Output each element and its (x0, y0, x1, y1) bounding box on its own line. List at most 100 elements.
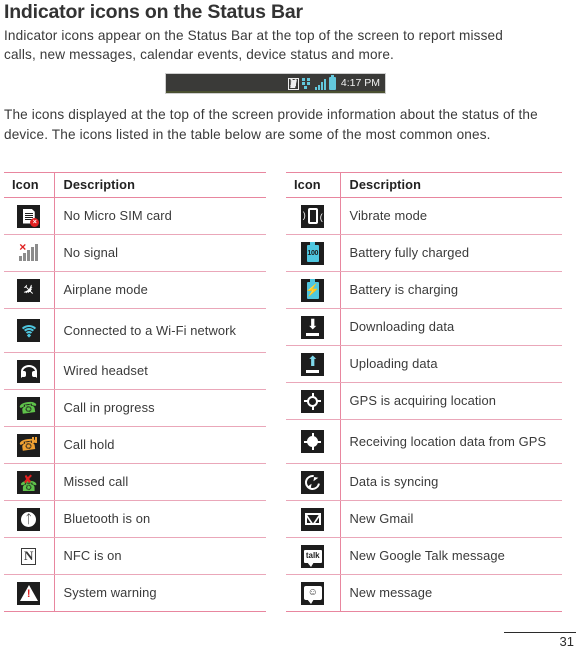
table-row: ᛏ Bluetooth is on (4, 500, 266, 538)
description-cell: System warning (54, 574, 266, 612)
icon-cell (4, 537, 55, 575)
description-cell: Data is syncing (340, 463, 562, 501)
table-row: GPS is acquiring location (286, 382, 562, 420)
table-row: ⚡ Battery is charging (286, 271, 562, 309)
icon-cell (286, 500, 341, 538)
indicator-icon-tables: Icon Description × No Micro SIM card × N… (4, 172, 576, 612)
new-gmail-icon (301, 507, 325, 531)
indicator-table-left: Icon Description × No Micro SIM card × N… (4, 172, 266, 612)
system-warning-icon (17, 581, 41, 605)
description-cell: No Micro SIM card (54, 197, 266, 235)
page-title: Indicator icons on the Status Bar (4, 1, 303, 23)
icon-cell: ⚡ (286, 271, 341, 309)
table-row: ⬇ Downloading data (286, 308, 562, 346)
icon-cell (4, 308, 55, 353)
page-number: 31 (559, 634, 574, 649)
status-bar-underline (166, 91, 385, 93)
icon-cell: 100 (286, 234, 341, 272)
indicator-table-right: Icon Description )( Vibrate mode 100 Bat… (286, 172, 562, 612)
icon-cell (4, 352, 55, 390)
description-cell: No signal (54, 234, 266, 272)
new-google-talk-icon: talk (301, 544, 325, 568)
gps-receiving-icon (301, 430, 325, 453)
table-row: ☎ Call in progress (4, 389, 266, 427)
call-hold-icon: ☎ (17, 433, 41, 457)
icon-cell (286, 382, 341, 420)
intro-paragraph: Indicator icons appear on the Status Bar… (4, 28, 503, 62)
table-row: System warning (4, 574, 266, 612)
gps-acquiring-icon (301, 389, 325, 413)
description-cell: Downloading data (340, 308, 562, 346)
description-cell: Uploading data (340, 345, 562, 383)
icon-cell (286, 463, 341, 501)
description-cell: New Gmail (340, 500, 562, 538)
description-cell: New Google Talk message (340, 537, 562, 575)
manual-page: Indicator icons on the Status Bar Indica… (0, 0, 580, 652)
new-message-icon: ☺ (301, 581, 325, 605)
icon-cell: talk (286, 537, 341, 575)
description-cell: Battery fully charged (340, 234, 562, 272)
table-row: 100 Battery fully charged (286, 234, 562, 272)
wifi-connected-icon (17, 319, 41, 342)
table-row: ✈ Airplane mode (4, 271, 266, 309)
description-cell: Battery is charging (340, 271, 562, 309)
description-cell: Call hold (54, 426, 266, 464)
data-syncing-icon (301, 470, 325, 494)
icon-cell: ☺ (286, 574, 341, 612)
description-cell: Missed call (54, 463, 266, 501)
missed-call-icon: ☎ ✘ (17, 470, 41, 494)
battery-icon (328, 75, 336, 90)
wired-headset-icon (17, 359, 41, 383)
bluetooth-on-icon: ᛏ (17, 507, 41, 531)
table-row: × No signal (4, 234, 266, 272)
description-cell: Airplane mode (54, 271, 266, 309)
airplane-mode-icon: ✈ (17, 278, 41, 302)
battery-full-icon: 100 (301, 241, 325, 265)
icon-cell: ᛏ (4, 500, 55, 538)
description-cell: New message (340, 574, 562, 612)
signal-bars-icon (314, 78, 326, 90)
table-row: NFC is on (4, 537, 266, 575)
data-transfer-icon (301, 78, 312, 89)
table-row: ☎ ✘ Missed call (4, 463, 266, 501)
downloading-data-icon: ⬇ (301, 315, 325, 339)
table-row: ⬆ Uploading data (286, 345, 562, 383)
body-paragraph: The icons displayed at the top of the sc… (4, 107, 538, 142)
table-row: × No Micro SIM card (4, 197, 266, 235)
icon-cell: ☎ (4, 389, 55, 427)
table-row: ☎ Call hold (4, 426, 266, 464)
table-header-row: Icon Description (4, 172, 266, 198)
description-cell: Wired headset (54, 352, 266, 390)
talk-icon-label: talk (305, 551, 320, 560)
description-cell: Bluetooth is on (54, 500, 266, 538)
description-cell: NFC is on (54, 537, 266, 575)
battery-level-label: 100 (307, 249, 319, 257)
column-header-icon: Icon (4, 172, 55, 198)
battery-charging-icon: ⚡ (301, 278, 325, 302)
icon-cell: )( (286, 197, 341, 235)
table-row: Data is syncing (286, 463, 562, 501)
icon-cell: × (4, 234, 55, 272)
description-cell: Receiving location data from GPS (340, 419, 562, 464)
description-cell: Vibrate mode (340, 197, 562, 235)
status-bar-clock: 4:17 PM (340, 77, 380, 90)
table-row: )( Vibrate mode (286, 197, 562, 235)
icon-cell (286, 419, 341, 464)
table-row: Wired headset (4, 352, 266, 390)
call-in-progress-icon: ☎ (17, 396, 41, 420)
status-bar-figure: 4:17 PM (165, 73, 386, 94)
column-header-description: Description (340, 172, 562, 198)
description-cell: GPS is acquiring location (340, 382, 562, 420)
nfc-icon (287, 77, 299, 90)
description-cell: Connected to a Wi-Fi network (54, 308, 266, 353)
column-header-description: Description (54, 172, 266, 198)
table-row: ☺ New message (286, 574, 562, 612)
icon-cell: ⬆ (286, 345, 341, 383)
icon-cell: × (4, 197, 55, 235)
icon-cell (4, 574, 55, 612)
table-row: talk New Google Talk message (286, 537, 562, 575)
vibrate-mode-icon: )( (301, 204, 325, 228)
icon-cell: ☎ (4, 426, 55, 464)
icon-cell: ⬇ (286, 308, 341, 346)
icon-cell: ✈ (4, 271, 55, 309)
